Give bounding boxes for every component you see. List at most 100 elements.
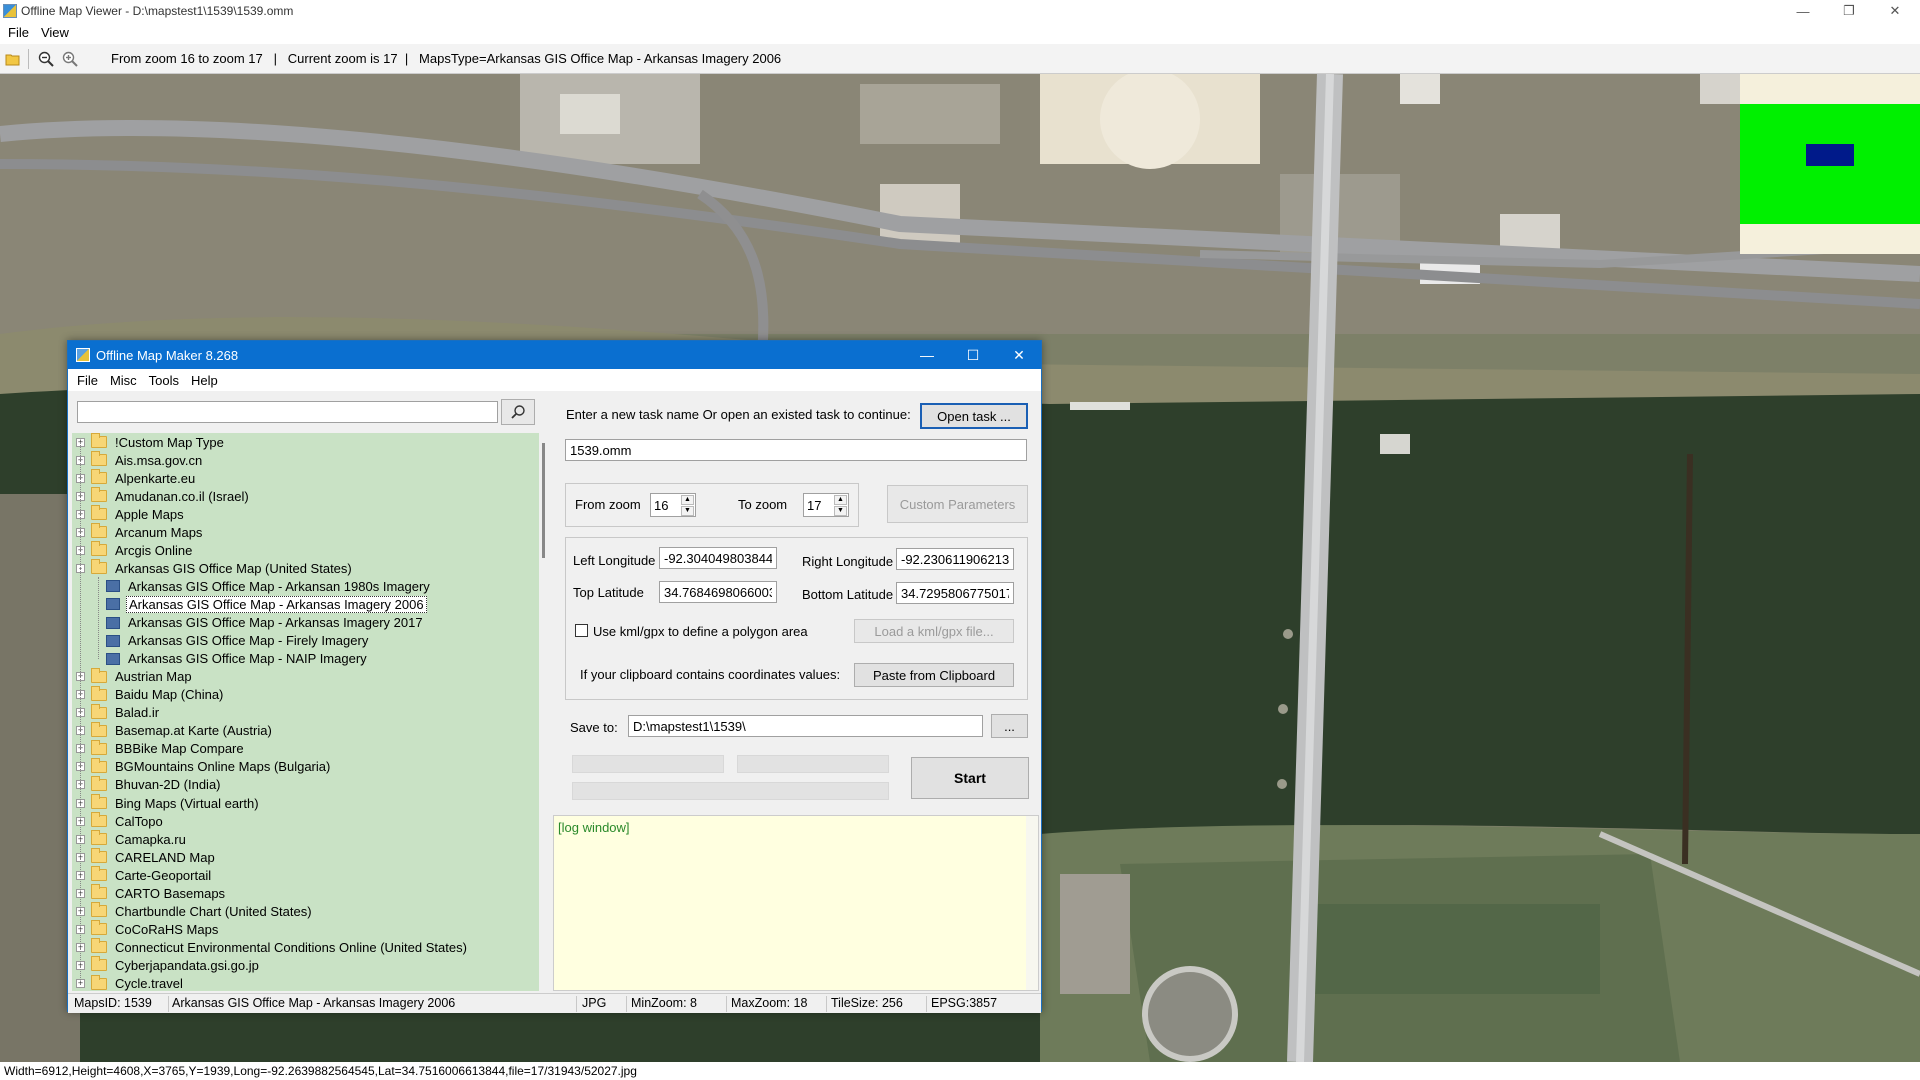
tree-folder-item[interactable]: + BBBike Map Compare [72,739,246,758]
tree-map-item[interactable]: Arkansas GIS Office Map - Arkansan 1980s… [72,577,432,595]
tree-map-item[interactable]: Arkansas GIS Office Map - Arkansas Image… [72,595,427,613]
tree-folder-item[interactable]: + Austrian Map [72,667,194,686]
folder-icon [91,757,107,773]
tree-map-item[interactable]: Arkansas GIS Office Map - Arkansas Image… [72,614,425,632]
to-zoom-spinner[interactable]: 17 ▲ ▼ [803,493,849,517]
offline-map-maker-dialog: Offline Map Maker 8.268 — ☐ ✕ File Misc … [67,340,1042,1013]
from-zoom-up-icon[interactable]: ▲ [681,495,694,505]
dialog-menu-file[interactable]: File [77,373,98,388]
tree-folder-item[interactable]: + Chartbundle Chart (United States) [72,902,314,920]
dialog-title-bar: Offline Map Maker 8.268 — ☐ ✕ [68,341,1041,369]
status-format: JPG [582,996,607,1010]
tree-folder-item[interactable]: + Arcgis Online [72,541,194,559]
save-path-input[interactable] [628,715,983,737]
dialog-menu-misc[interactable]: Misc [110,373,137,388]
tree-folder-item[interactable]: + CARELAND Map [72,848,217,866]
toolbar-separator [28,48,29,69]
map-type-search-input[interactable] [77,401,498,423]
tree-folder-item[interactable]: + !Custom Map Type [72,433,226,451]
close-icon[interactable]: ✕ [1872,0,1918,22]
left-longitude-input[interactable] [659,547,777,569]
to-zoom-up-icon[interactable]: ▲ [834,495,847,505]
zoom-out-icon[interactable] [35,48,57,70]
tree-folder-item[interactable]: + Baidu Map (China) [72,685,225,704]
task-name-input[interactable] [565,439,1027,461]
right-longitude-label: Right Longitude [802,554,894,569]
tree-guide-line [80,442,81,984]
tree-item-label: CARTO Basemaps [115,885,226,901]
dialog-maximize-icon[interactable]: ☐ [950,341,996,369]
tree-item-label: Cycle.travel [115,976,183,991]
start-button[interactable]: Start [911,757,1029,799]
dialog-minimize-icon[interactable]: — [904,341,950,369]
dialog-close-icon[interactable]: ✕ [996,341,1042,369]
overview-minimap[interactable] [1740,74,1920,254]
load-kml-button[interactable]: Load a kml/gpx file... [854,619,1014,643]
tree-item-label: !Custom Map Type [115,434,224,450]
status-tilesize: TileSize: 256 [831,996,903,1010]
dialog-menu-help[interactable]: Help [191,373,218,388]
folder-icon [91,487,107,503]
dialog-title: Offline Map Maker 8.268 [96,347,239,363]
browse-button[interactable]: ... [991,714,1028,738]
dialog-menu-tools[interactable]: Tools [149,373,179,388]
top-latitude-input[interactable] [659,581,777,603]
tree-folder-item[interactable]: + Carte-Geoportail [72,866,213,884]
from-zoom-down-icon[interactable]: ▼ [681,506,694,516]
tree-item-label: Apple Maps [115,506,184,522]
search-button[interactable] [501,399,535,425]
tree-folder-item[interactable]: + Arcanum Maps [72,523,204,541]
tree-item-label: Arcgis Online [115,542,193,558]
from-zoom-spinner[interactable]: 16 ▲ ▼ [650,493,696,517]
tree-scrollbar[interactable] [539,433,551,991]
open-folder-icon[interactable] [2,48,24,70]
menu-file[interactable]: File [8,25,29,40]
tree-folder-item[interactable]: + Cycle.travel [72,974,185,991]
bottom-latitude-input[interactable] [896,582,1014,604]
tree-folder-item[interactable]: + Bhuvan-2D (India) [72,775,223,794]
tree-map-item[interactable]: Arkansas GIS Office Map - Firely Imagery [72,632,370,650]
overview-viewport-marker[interactable] [1806,144,1854,166]
right-longitude-input[interactable] [896,548,1014,570]
tree-folder-item[interactable]: + CARTO Basemaps [72,884,227,902]
zoom-in-icon[interactable] [59,48,81,70]
to-zoom-down-icon[interactable]: ▼ [834,506,847,516]
open-task-button[interactable]: Open task ... [920,403,1028,429]
tree-item-label: Amudanan.co.il (Israel) [115,488,249,504]
top-latitude-label: Top Latitude [573,585,644,600]
tree-folder-item[interactable]: + Ais.msa.gov.cn [72,451,204,469]
tree-folder-item[interactable]: + Basemap.at Karte (Austria) [72,721,274,740]
log-window[interactable]: [log window] [553,815,1039,991]
tree-folder-item[interactable]: + Bing Maps (Virtual earth) [72,794,261,812]
restore-icon[interactable]: ❐ [1826,0,1872,22]
tree-folder-item[interactable]: + CoCoRaHS Maps [72,920,220,938]
tree-item-label: Baidu Map (China) [115,687,224,703]
folder-icon [91,541,107,557]
map-type-tree[interactable]: + !Custom Map Type + Ais.msa.gov.cn + Alpenka… [72,433,539,991]
tree-folder-item[interactable]: + Balad.ir [72,703,161,722]
tree-folder-item[interactable]: + Camapka.ru [72,830,188,848]
folder-icon [91,523,107,539]
tree-folder-item[interactable]: + Alpenkarte.eu [72,469,197,487]
tree-folder-item[interactable]: + BGMountains Online Maps (Bulgaria) [72,757,332,776]
tree-item-label: Bing Maps (Virtual earth) [115,795,259,811]
log-scrollbar[interactable] [1026,816,1038,990]
tree-scrollbar-thumb[interactable] [542,443,545,558]
tree-item-label: Basemap.at Karte (Austria) [115,723,272,739]
tree-item-label: Austrian Map [115,669,192,685]
tree-folder-item[interactable]: + CalTopo [72,812,165,830]
tree-folder-item[interactable]: + Cyberjapandata.gsi.go.jp [72,956,261,974]
tree-folder-item[interactable]: + Apple Maps [72,505,186,523]
menu-bar: File View [0,22,1920,42]
status-divider [576,996,577,1012]
tree-folder-item[interactable]: + Amudanan.co.il (Israel) [72,487,251,505]
tree-folder-item[interactable]: + Connecticut Environmental Conditions On… [72,938,469,956]
custom-parameters-button[interactable]: Custom Parameters [887,485,1028,523]
use-kml-checkbox[interactable] [575,624,588,637]
menu-view[interactable]: View [41,25,69,40]
minimize-icon[interactable]: — [1780,0,1826,22]
folder-icon [91,902,107,918]
tree-folder-item[interactable]: - Arkansas GIS Office Map (United States) [72,559,354,577]
paste-from-clipboard-button[interactable]: Paste from Clipboard [854,663,1014,687]
tree-map-item[interactable]: Arkansas GIS Office Map - NAIP Imagery [72,650,369,668]
